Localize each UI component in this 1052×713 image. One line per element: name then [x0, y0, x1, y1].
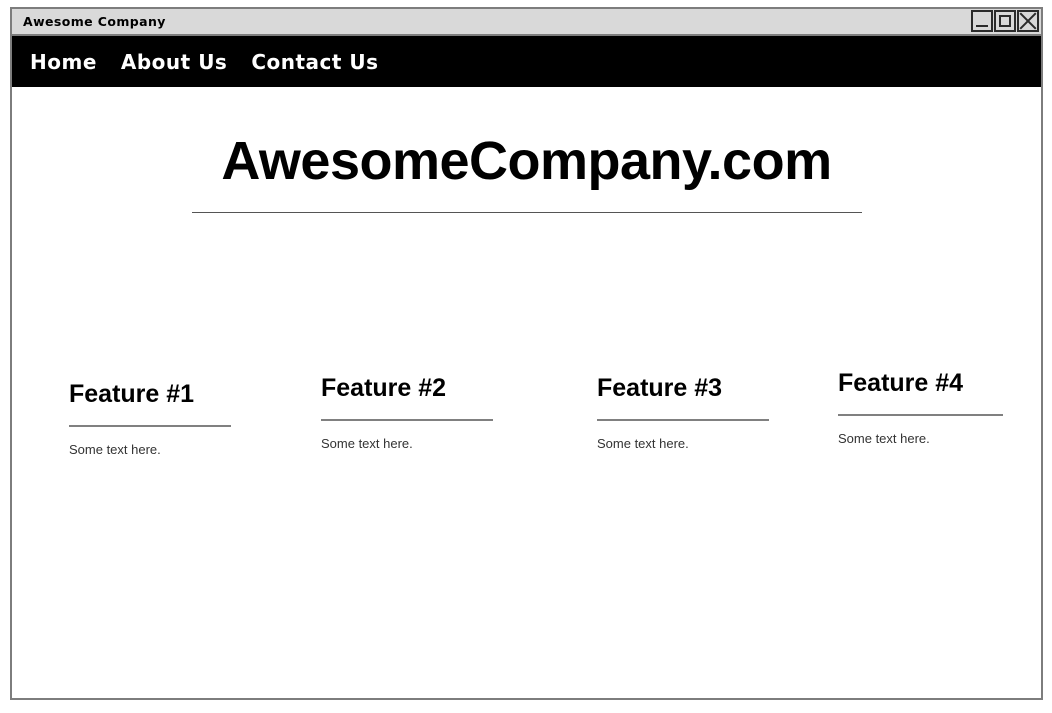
feature-text: Some text here.	[69, 441, 161, 457]
feature-column-4: Feature #4 Some text here.	[838, 369, 1003, 446]
page-content: AwesomeCompany.com Feature #1 Some text …	[12, 87, 1041, 698]
features-row: Feature #1 Some text here. Feature #2 So…	[12, 367, 1041, 487]
app-window: Awesome Company Home About Us Contact Us…	[10, 7, 1043, 700]
maximize-icon	[999, 15, 1011, 27]
minimize-button[interactable]	[971, 10, 993, 32]
title-bar: Awesome Company	[12, 9, 1041, 36]
nav-item-home[interactable]: Home	[30, 50, 97, 74]
feature-column-3: Feature #3 Some text here.	[597, 374, 769, 451]
feature-title: Feature #3	[597, 374, 723, 402]
nav-item-about-us[interactable]: About Us	[121, 50, 227, 74]
close-button[interactable]	[1017, 10, 1039, 32]
hero-divider	[191, 211, 862, 213]
maximize-button[interactable]	[994, 10, 1016, 32]
feature-text: Some text here.	[597, 435, 689, 451]
main-navigation: Home About Us Contact Us	[12, 36, 1041, 87]
feature-title: Feature #2	[321, 374, 447, 402]
hero-section: AwesomeCompany.com	[12, 133, 1041, 213]
minimize-icon	[976, 25, 988, 27]
nav-item-contact-us[interactable]: Contact Us	[251, 50, 378, 74]
feature-divider	[321, 418, 493, 421]
feature-title: Feature #1	[69, 380, 195, 408]
window-title: Awesome Company	[23, 14, 166, 29]
feature-column-2: Feature #2 Some text here.	[321, 374, 493, 451]
page-title: AwesomeCompany.com	[221, 131, 832, 191]
feature-text: Some text here.	[838, 430, 930, 446]
feature-divider	[69, 424, 231, 427]
feature-divider	[838, 413, 1003, 416]
feature-title: Feature #4	[838, 369, 964, 397]
feature-column-1: Feature #1 Some text here.	[69, 380, 231, 457]
feature-text: Some text here.	[321, 435, 413, 451]
feature-divider	[597, 418, 769, 421]
window-controls	[971, 10, 1039, 32]
